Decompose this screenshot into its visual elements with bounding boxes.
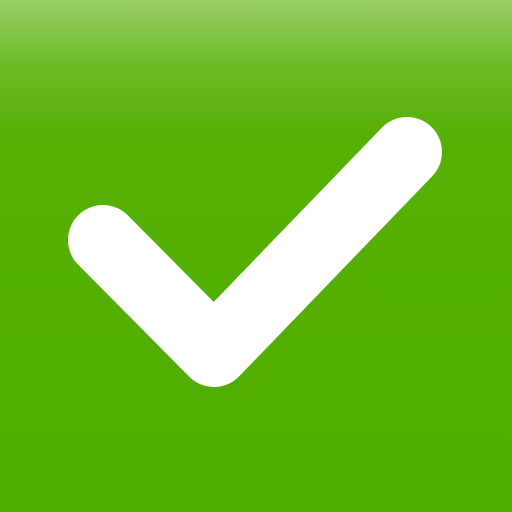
checkmark-tile <box>0 0 512 512</box>
checkmark-icon <box>68 117 442 387</box>
checkmark-stroke <box>68 117 442 387</box>
